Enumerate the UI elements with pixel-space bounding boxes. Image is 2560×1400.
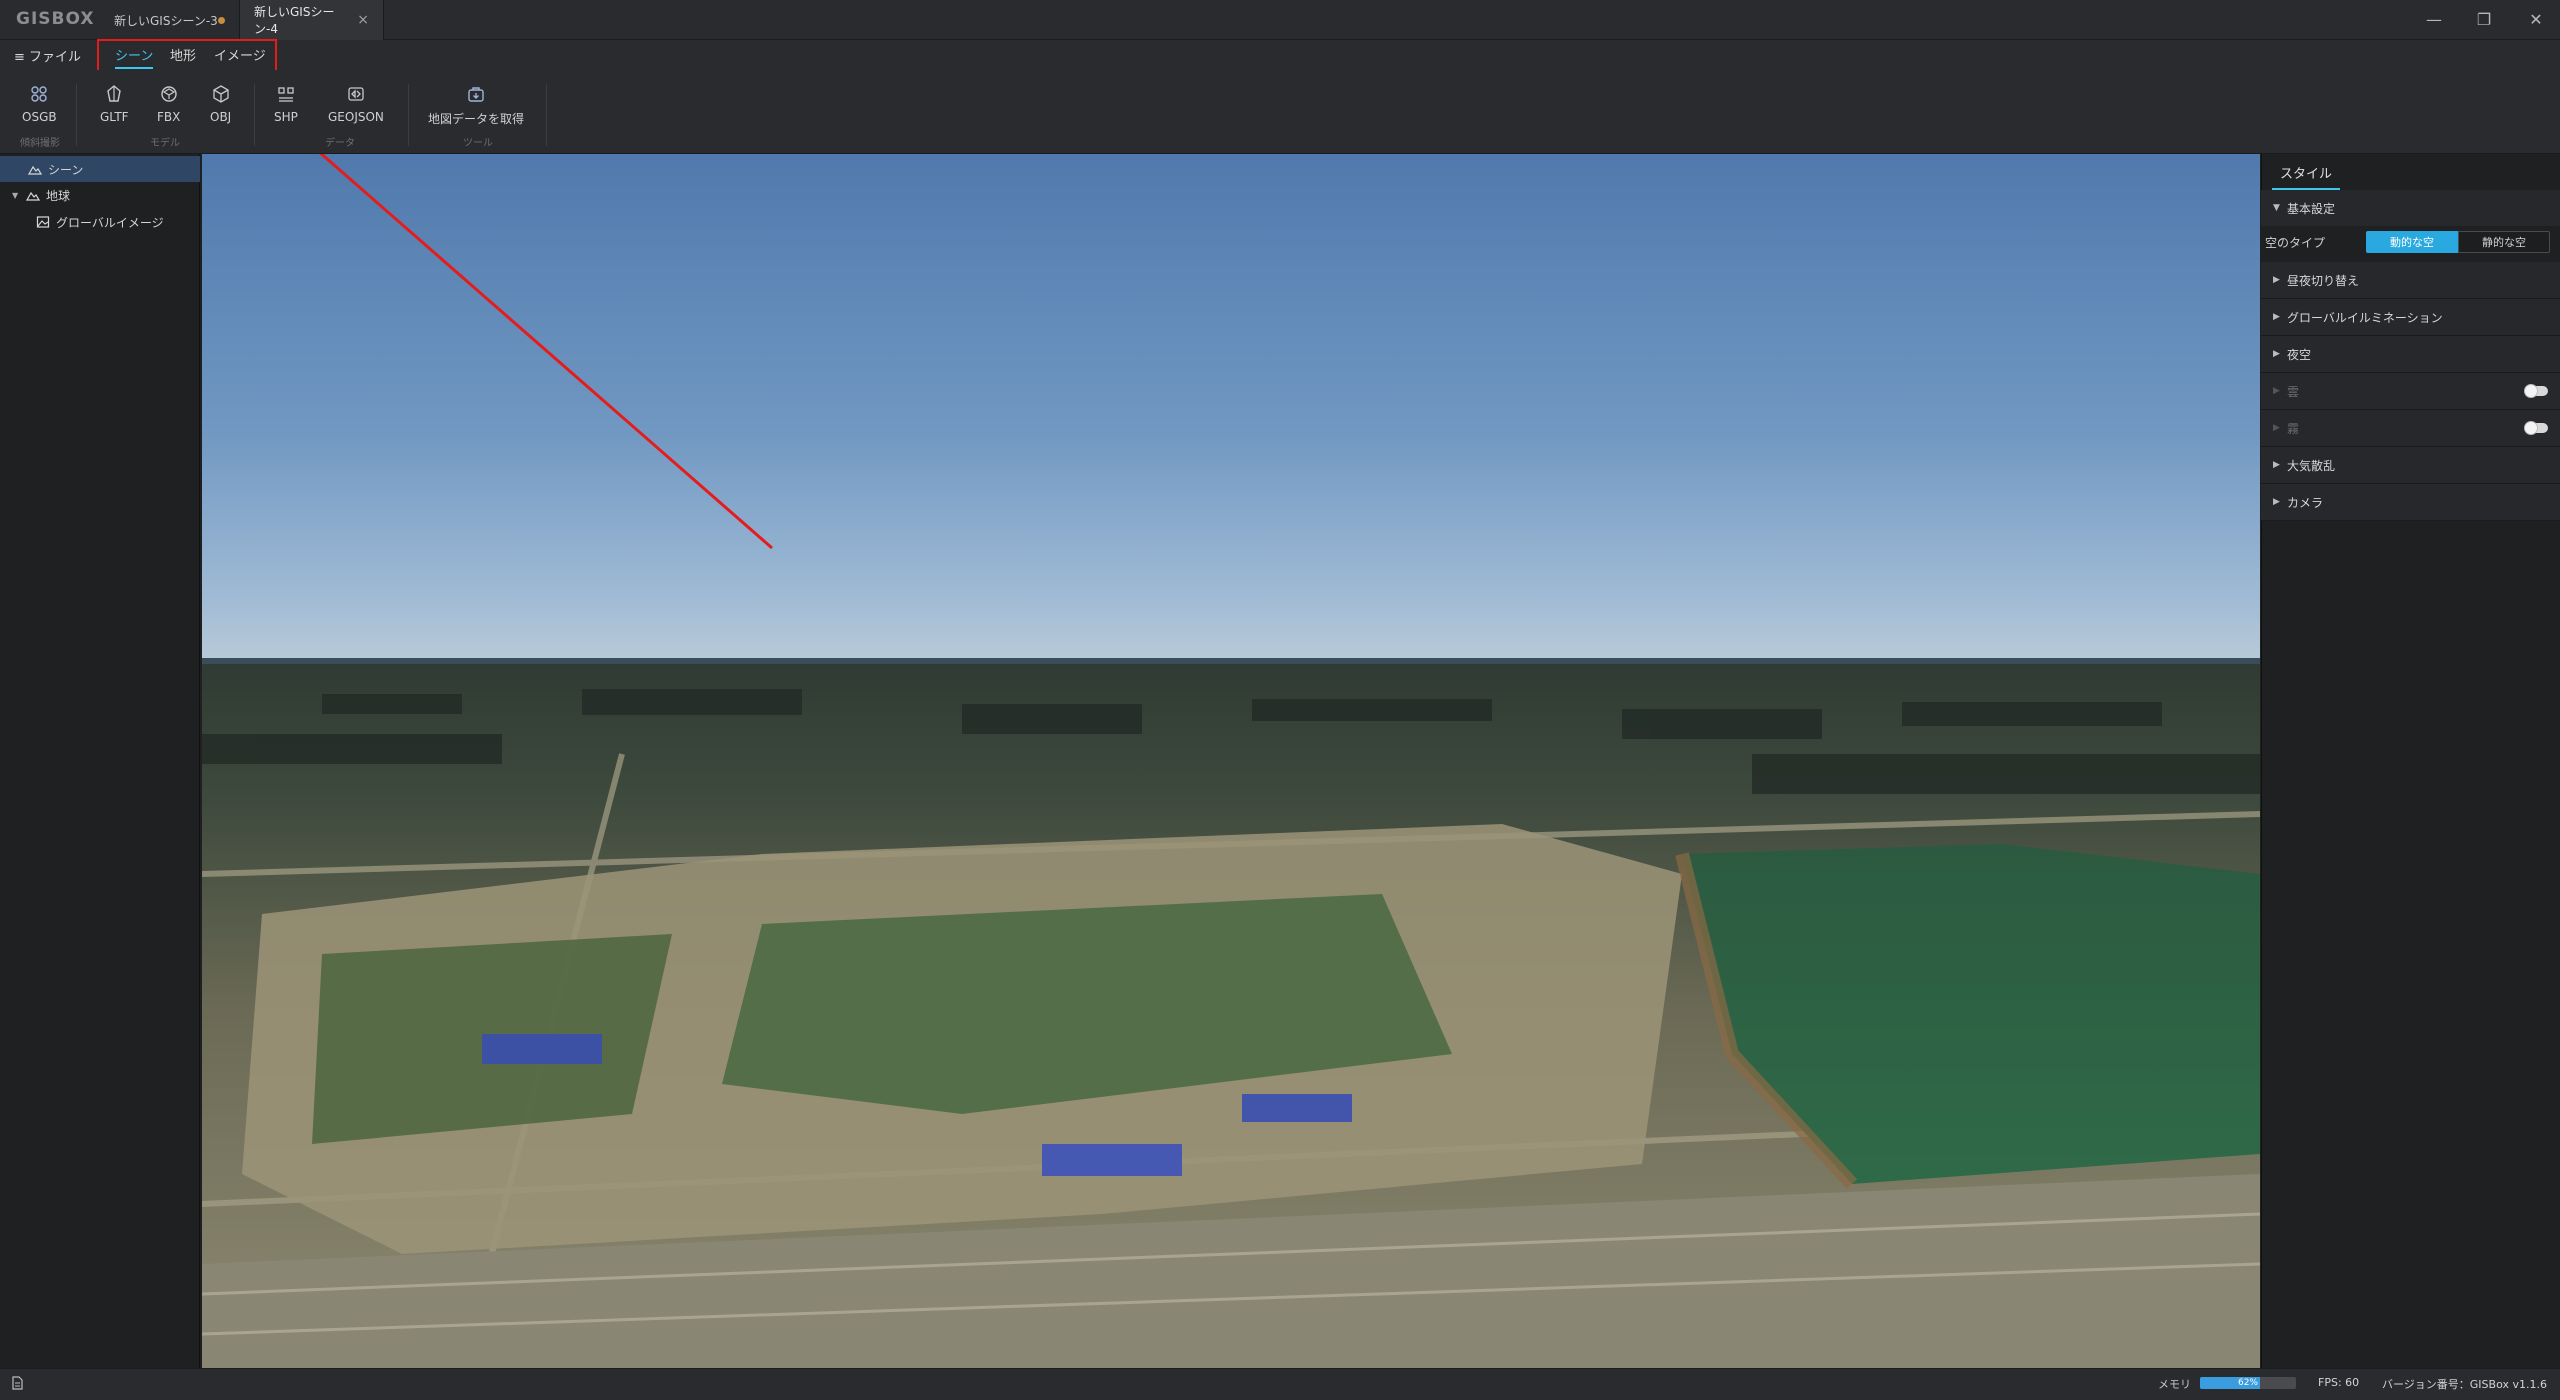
- expand-arrow-icon[interactable]: ▼: [12, 191, 26, 200]
- chevron-right-icon: ▶: [2273, 275, 2280, 285]
- group-label-data: データ: [325, 138, 355, 149]
- map-data-icon: [468, 87, 484, 102]
- osgb-icon: [31, 86, 47, 102]
- menu-bar: [0, 40, 2560, 70]
- title-bar: [0, 0, 2560, 40]
- memory-percent: 62%: [2237, 1378, 2258, 1388]
- osgb-tool[interactable]: OSGB: [22, 84, 57, 124]
- memory-bar: 62%: [2200, 1377, 2296, 1389]
- ribbon-toolbar: [0, 70, 2560, 154]
- ribbon-separator: [254, 84, 255, 146]
- document-icon[interactable]: [10, 1376, 24, 1390]
- close-window-button[interactable]: ✕: [2524, 8, 2548, 32]
- chevron-right-icon: ▶: [2273, 423, 2280, 433]
- minimize-button[interactable]: —: [2422, 8, 2446, 32]
- group-label-tools: ツール: [463, 138, 493, 149]
- memory-label: メモリ: [2158, 1378, 2191, 1391]
- section-day-night[interactable]: ▶ 昼夜切り替え: [2261, 262, 2560, 299]
- fbx-tool[interactable]: FBX: [157, 84, 180, 124]
- ribbon-separator: [76, 84, 77, 146]
- dynamic-sky-button[interactable]: 動的な空: [2366, 231, 2458, 253]
- toggle-knob: [2524, 384, 2538, 398]
- section-atmosphere[interactable]: ▶ 大気散乱: [2261, 447, 2560, 484]
- shp-tool[interactable]: SHP: [274, 84, 298, 124]
- ribbon-separator: [408, 84, 409, 146]
- document-tab-label: 新しいGISシーン-3: [114, 13, 218, 28]
- chevron-right-icon: ▶: [2273, 497, 2280, 507]
- restore-button[interactable]: ❐: [2472, 8, 2496, 32]
- obj-tool[interactable]: OBJ: [210, 84, 231, 124]
- static-sky-button[interactable]: 静的な空: [2458, 231, 2550, 253]
- shp-icon: [278, 87, 294, 102]
- document-tab-scene-4[interactable]: 新しいGISシーン-4 ×: [240, 0, 384, 40]
- group-label-model: モデル: [150, 138, 180, 149]
- 3d-viewport[interactable]: [202, 154, 2260, 1368]
- section-basic-settings[interactable]: ▼ 基本設定: [2261, 190, 2560, 227]
- section-night-sky[interactable]: ▶ 夜空: [2261, 336, 2560, 373]
- chevron-right-icon: ▶: [2273, 312, 2280, 322]
- aerial-scene-render: [202, 154, 2260, 1368]
- style-tab[interactable]: スタイル: [2272, 160, 2341, 190]
- toggle-knob: [2524, 421, 2538, 435]
- section-fog[interactable]: ▶ 霧: [2261, 410, 2560, 447]
- scene-tree-panel: [0, 154, 200, 1368]
- document-tab-scene-3[interactable]: 新しいGISシーン-3: [100, 0, 240, 40]
- group-label-oblique: 傾斜撮影: [20, 138, 60, 149]
- clouds-toggle[interactable]: [2524, 384, 2548, 398]
- image-layer-icon: [36, 216, 50, 228]
- geojson-icon: [348, 87, 364, 101]
- chevron-down-icon: ▼: [2273, 203, 2280, 213]
- fetch-map-data-tool[interactable]: 地図データを取得: [428, 84, 524, 127]
- gltf-icon: [107, 85, 122, 102]
- chevron-right-icon: ▶: [2273, 349, 2280, 359]
- tree-item-earth[interactable]: ▼ 地球: [0, 182, 200, 208]
- close-tab-icon[interactable]: ×: [357, 12, 369, 28]
- unsaved-dot-icon: [218, 16, 225, 24]
- chevron-right-icon: ▶: [2273, 386, 2280, 396]
- tree-item-scene[interactable]: シーン: [0, 156, 200, 182]
- scene-icon: [28, 165, 42, 175]
- file-menu[interactable]: ≡ ファイル: [14, 46, 81, 65]
- section-camera[interactable]: ▶ カメラ: [2261, 484, 2560, 521]
- obj-icon: [212, 85, 229, 103]
- earth-icon: [26, 191, 40, 201]
- fps-readout: FPS: 60: [2318, 1376, 2360, 1389]
- version-label: バージョン番号：GISBox v1.1.6: [2382, 1378, 2547, 1391]
- fog-toggle[interactable]: [2524, 421, 2548, 435]
- section-clouds[interactable]: ▶ 雲: [2261, 373, 2560, 410]
- section-global-illumination[interactable]: ▶ グローバルイルミネーション: [2261, 299, 2560, 336]
- sky-type-label: 空のタイプ: [2265, 236, 2326, 250]
- chevron-right-icon: ▶: [2273, 460, 2280, 470]
- app-logo: GISBOX: [16, 9, 95, 29]
- geojson-tool[interactable]: GEOJSON: [328, 84, 384, 124]
- fbx-icon: [160, 86, 177, 102]
- tree-item-global-image[interactable]: グローバルイメージ: [0, 209, 200, 235]
- document-tab-label: 新しいGISシーン-4: [254, 5, 335, 36]
- gltf-tool[interactable]: GLTF: [100, 84, 129, 124]
- ribbon-separator: [546, 84, 547, 146]
